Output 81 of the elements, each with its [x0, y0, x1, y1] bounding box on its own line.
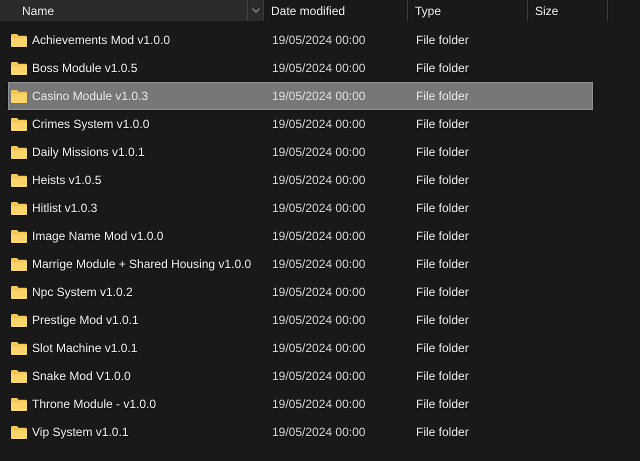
file-type: File folder [416, 32, 470, 49]
folder-row[interactable]: Snake Mod V1.0.0 19/05/2024 00:00 File folder [8, 362, 593, 390]
file-type: File folder [416, 172, 470, 189]
column-header[interactable]: Name [0, 0, 264, 21]
folder-icon [11, 146, 27, 158]
file-type: File folder [416, 88, 470, 105]
file-type: File folder [416, 228, 470, 245]
dropdown-button[interactable] [247, 0, 263, 21]
folder-icon [11, 258, 27, 270]
file-type: File folder [416, 340, 470, 357]
file-name: Casino Module v1.0.3 [32, 88, 150, 105]
file-name: Image Name Mod v1.0.0 [32, 228, 164, 245]
file-type: File folder [416, 256, 470, 273]
file-type: File folder [416, 60, 470, 77]
folder-row[interactable]: Marrige Module + Shared Housing v1.0.0 19/05/2024 00:00 File folder [8, 250, 593, 278]
date-modified: 19/05/2024 00:00 [272, 368, 366, 385]
date-modified: 19/05/2024 00:00 [272, 256, 366, 273]
date-modified: 19/05/2024 00:00 [272, 144, 366, 161]
folder-icon [11, 202, 27, 214]
file-name: Boss Module v1.0.5 [32, 60, 138, 77]
date-modified: 19/05/2024 00:00 [272, 172, 366, 189]
folder-row[interactable]: Slot Machine v1.0.1 19/05/2024 00:00 File folder [8, 334, 593, 362]
column-header[interactable]: Size [528, 0, 608, 21]
file-type: File folder [416, 284, 470, 301]
date-modified: 19/05/2024 00:00 [272, 228, 366, 245]
folder-icon [11, 230, 27, 242]
date-modified: 19/05/2024 00:00 [272, 32, 366, 49]
column-header[interactable]: Date modified [264, 0, 408, 21]
folder-row[interactable]: Npc System v1.0.2 19/05/2024 00:00 File folder [8, 278, 593, 306]
date-modified: 19/05/2024 00:00 [272, 312, 366, 329]
folder-row[interactable]: Boss Module v1.0.5 19/05/2024 00:00 File folder [8, 54, 593, 82]
folder-row[interactable]: Achievements Mod v1.0.0 19/05/2024 00:00 File folder [8, 26, 593, 54]
folder-icon [11, 90, 27, 102]
file-name: Slot Machine v1.0.1 [32, 340, 138, 357]
file-name: Daily Missions v1.0.1 [32, 144, 146, 161]
file-type: File folder [416, 312, 470, 329]
date-modified: 19/05/2024 00:00 [272, 88, 366, 105]
folder-icon [11, 34, 27, 46]
date-modified: 19/05/2024 00:00 [272, 116, 366, 133]
folder-row[interactable]: Throne Module - v1.0.0 19/05/2024 00:00 File folder [8, 390, 593, 418]
folder-row[interactable]: Prestige Mod v1.0.1 19/05/2024 00:00 File folder [8, 306, 593, 334]
file-type: File folder [416, 144, 470, 161]
date-modified: 19/05/2024 00:00 [272, 340, 366, 357]
folder-icon [11, 118, 27, 130]
file-type: File folder [416, 200, 470, 217]
folder-icon [11, 426, 27, 438]
file-name: Marrige Module + Shared Housing v1.0.0 [32, 256, 252, 273]
file-type: File folder [416, 424, 470, 441]
date-modified: 19/05/2024 00:00 [272, 424, 366, 441]
column-header[interactable]: Type [408, 0, 528, 21]
folder-icon [11, 398, 27, 410]
folder-icon [11, 286, 27, 298]
file-type: File folder [416, 396, 470, 413]
folder-row[interactable]: Daily Missions v1.0.1 19/05/2024 00:00 File folder [8, 138, 593, 166]
folder-row[interactable]: Hitlist v1.0.3 19/05/2024 00:00 File folder [8, 194, 593, 222]
file-name: Vip System v1.0.1 [32, 424, 130, 441]
file-name: Achievements Mod v1.0.0 [32, 32, 172, 49]
file-name: Throne Module - v1.0.0 [32, 396, 158, 413]
file-name: Crimes System v1.0.0 [32, 116, 150, 133]
date-modified: 19/05/2024 00:00 [272, 200, 366, 217]
file-name: Hitlist v1.0.3 [32, 200, 98, 217]
folder-row[interactable]: Crimes System v1.0.0 19/05/2024 00:00 File folder [8, 110, 593, 138]
file-name: Heists v1.0.5 [32, 172, 102, 189]
folder-row[interactable]: Vip System v1.0.1 19/05/2024 00:00 File folder [8, 418, 593, 446]
folder-icon [11, 174, 27, 186]
folder-row[interactable]: Casino Module v1.0.3 19/05/2024 00:00 File folder [8, 82, 593, 110]
folder-icon [11, 62, 27, 74]
file-name: Snake Mod V1.0.0 [32, 368, 132, 385]
date-modified: 19/05/2024 00:00 [272, 284, 366, 301]
date-modified: 19/05/2024 00:00 [272, 396, 366, 413]
folder-row[interactable]: Heists v1.0.5 19/05/2024 00:00 File folder [8, 166, 593, 194]
folder-icon [11, 342, 27, 354]
file-type: File folder [416, 116, 470, 133]
file-name: Prestige Mod v1.0.1 [32, 312, 140, 329]
folder-icon [11, 314, 27, 326]
folder-icon [11, 370, 27, 382]
date-modified: 19/05/2024 00:00 [272, 60, 366, 77]
folder-row[interactable]: Image Name Mod v1.0.0 19/05/2024 00:00 File folder [8, 222, 593, 250]
chevron-down-icon [252, 8, 260, 13]
file-name: Npc System v1.0.2 [32, 284, 134, 301]
file-type: File folder [416, 368, 470, 385]
